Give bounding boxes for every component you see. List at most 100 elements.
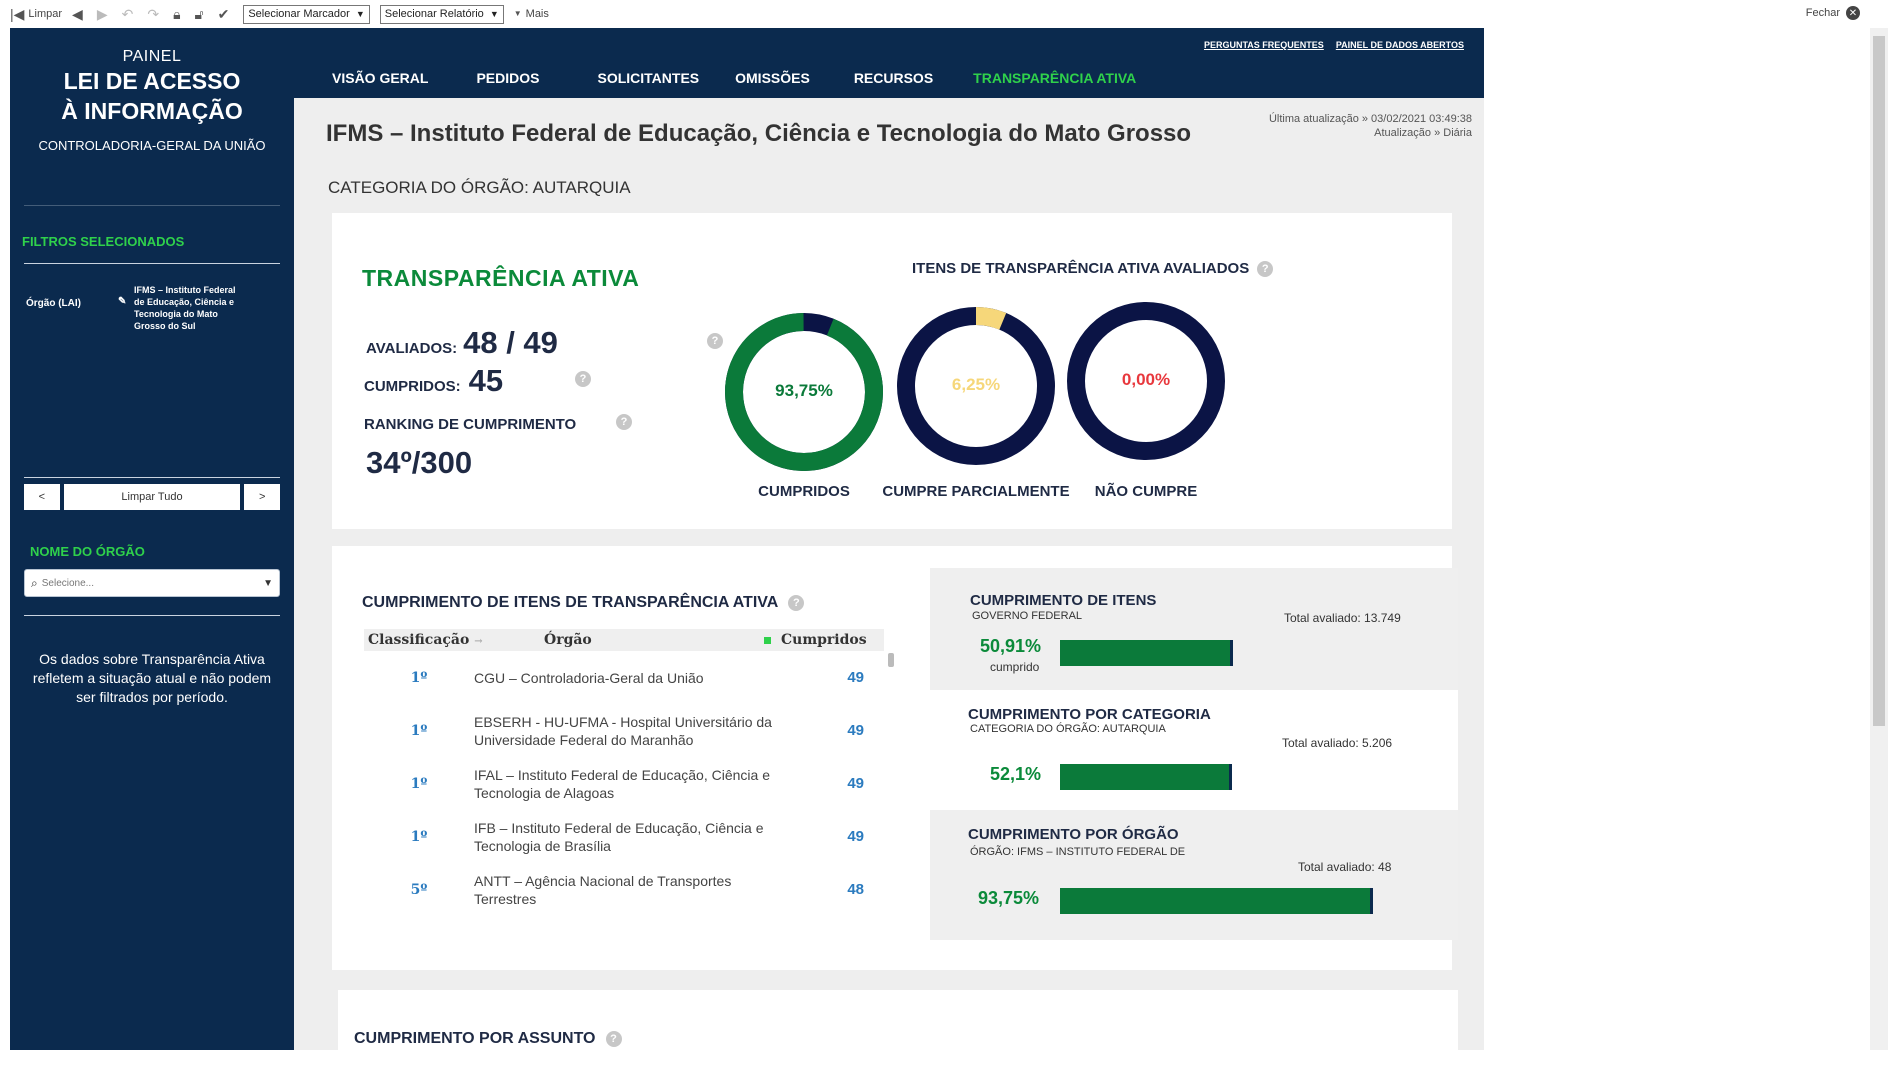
bar-track [1060, 640, 1400, 666]
close-label: Fechar [1805, 7, 1840, 19]
org-search-placeholder: Selecione... [41, 577, 94, 589]
ranking-label: RANKING DE CUMPRIMENTO [364, 416, 577, 433]
unlock-icon[interactable]: 🔓︎ [195, 7, 204, 21]
tab-visao-geral[interactable]: VISÃO GERAL [314, 68, 446, 98]
bar-title: CUMPRIMENTO POR CATEGORIA [968, 706, 1211, 723]
pencil-icon[interactable]: ✎ [118, 296, 126, 308]
more-button[interactable]: ▼ Mais [514, 8, 549, 20]
filters-heading: FILTROS SELECIONADOS [22, 234, 185, 249]
org-search-input[interactable]: ⌕ Selecione... ▼ [24, 569, 280, 597]
update-info: Última atualização » 03/02/2021 03:49:38… [1269, 112, 1472, 140]
filter-key: Órgão (LAI) [26, 298, 81, 309]
col-cumpridos-label: Cumpridos [781, 632, 867, 648]
table-row[interactable]: 5º ANTT – Agência Nacional de Transporte… [364, 863, 884, 916]
row-org: IFAL – Instituto Federal de Educação, Ci… [474, 766, 770, 801]
table-row[interactable]: 1º EBSERH - HU-UFMA - Hospital Universit… [364, 704, 884, 757]
help-icon[interactable]: ? [575, 371, 591, 387]
row-value: 49 [847, 828, 864, 845]
close-icon: ✕ [1846, 6, 1860, 20]
bookmark-select[interactable]: Selecionar Marcador ▼ [243, 4, 370, 24]
col-classificacao[interactable]: Classificação → [364, 632, 544, 648]
bar-percent: 93,75% [978, 888, 1040, 908]
ranking-rows: 1º CGU – Controladoria-Geral da União 49… [364, 651, 884, 916]
bar-total: Total avaliado: 13.749 [1284, 611, 1401, 625]
lock-icon[interactable]: 🔒︎ [173, 7, 180, 21]
brand-line2: LEI DE ACESSO [63, 68, 241, 94]
bookmark-select-value: Selecionar Marcador [248, 8, 350, 20]
help-icon[interactable]: ? [1257, 260, 1274, 277]
next-button[interactable]: > [244, 484, 281, 510]
bar-fill [1060, 764, 1232, 790]
help-icon[interactable]: ? [616, 414, 632, 430]
redo-icon[interactable]: ↷ [147, 7, 159, 21]
row-value: 49 [847, 775, 864, 792]
divider [24, 263, 280, 264]
subject-title-text: CUMPRIMENTO POR ASSUNTO [354, 1030, 596, 1047]
tab-pedidos[interactable]: PEDIDOS [446, 68, 557, 98]
sidebar: PAINEL LEI DE ACESSO À INFORMAÇÃO CONTRO… [10, 28, 294, 1050]
sidebar-note: Os dados sobre Transparência Ativa refle… [32, 651, 272, 705]
title-bar: IFMS – Instituto Federal de Educação, Ci… [294, 98, 1484, 168]
check-icon[interactable]: ✔ [218, 7, 230, 21]
row-org: ANTT – Agência Nacional de Transportes T… [474, 872, 732, 907]
help-icon[interactable]: ? [605, 1031, 622, 1047]
chevron-down-icon: ▼ [489, 9, 499, 19]
org-heading: NOME DO ÓRGÃO [30, 544, 145, 559]
bar-fill [1060, 888, 1373, 914]
table-row[interactable]: 1º IFAL – Instituto Federal de Educação,… [364, 757, 884, 810]
clear-label: Limpar [28, 8, 63, 20]
clear-button[interactable]: |◀ Limpar [10, 7, 62, 21]
chevron-down-icon: ▼ [263, 577, 273, 589]
tab-recursos[interactable]: RECURSOS [828, 68, 951, 98]
bar-subtitle: GOVERNO FEDERAL [972, 610, 1083, 622]
brand-line4: CONTROLADORIA-GERAL DA UNIÃO [38, 138, 266, 153]
tab-solicitantes[interactable]: SOLICITANTES [557, 68, 717, 98]
tab-transparencia-ativa[interactable]: TRANSPARÊNCIA ATIVA [951, 68, 1154, 98]
filter-value-text: IFMS – Instituto Federal de Educação, Ci… [134, 285, 236, 331]
table-row[interactable]: 1º IFB – Instituto Federal de Educação, … [364, 810, 884, 863]
page-scrollbar[interactable] [1870, 28, 1888, 1050]
col-orgao-label: Órgão [544, 632, 592, 648]
row-org: CGU – Controladoria-Geral da União [474, 669, 704, 686]
evaluated-stat: AVALIADOS: 48 / 49 [366, 325, 558, 361]
forward-icon[interactable]: ▶ [97, 7, 108, 21]
bar-panel-org: CUMPRIMENTO POR ÓRGÃO ÓRGÃO: IFMS – INST… [930, 810, 1458, 940]
bar-note: cumprido [990, 660, 1040, 674]
brand-line3: À INFORMAÇÃO [61, 98, 243, 124]
fulfilled-stat: CUMPRIDOS: 45 [364, 363, 503, 399]
back-icon[interactable]: ◀ [72, 7, 83, 21]
donut-label: NÃO CUMPRE [1094, 483, 1198, 500]
prev-button[interactable]: < [24, 484, 60, 510]
subject-title: CUMPRIMENTO POR ASSUNTO ? [354, 1030, 622, 1048]
donut-title-text: ITENS DE TRANSPARÊNCIA ATIVA AVALIADOS [912, 260, 1250, 277]
selected-filter[interactable]: Órgão (LAI) ✎ IFMS – Instituto Federal d… [10, 284, 294, 332]
nav-links: PERGUNTAS FREQUENTES PAINEL DE DADOS ABE… [1204, 40, 1464, 50]
table-row[interactable]: 1º CGU – Controladoria-Geral da União 49 [364, 651, 884, 704]
qlik-toolbar: |◀ Limpar ◀ ▶ ↶ ↷ 🔒︎ 🔓︎ ✔ Selecionar Mar… [0, 0, 1888, 28]
row-position: 1º [410, 775, 428, 792]
bar-title: CUMPRIMENTO DE ITENS [970, 592, 1157, 609]
bar-subtitle: ÓRGÃO: IFMS – INSTITUTO FEDERAL DE [970, 846, 1186, 858]
undo-icon[interactable]: ↶ [122, 7, 134, 21]
bar-subtitle: CATEGORIA DO ÓRGÃO: AUTARQUIA [970, 723, 1166, 735]
table-scrollbar[interactable] [888, 653, 894, 667]
bar-fill [1060, 640, 1233, 666]
fulfilled-value: 45 [468, 363, 504, 398]
bar-panel-category: CUMPRIMENTO POR CATEGORIA CATEGORIA DO Ó… [930, 690, 1458, 810]
col-cumpridos[interactable]: Cumpridos [764, 632, 884, 648]
report-select[interactable]: Selecionar Relatório ▼ [379, 4, 504, 24]
faq-link[interactable]: PERGUNTAS FREQUENTES [1204, 40, 1324, 50]
open-data-link[interactable]: PAINEL DE DADOS ABERTOS [1336, 40, 1464, 50]
tab-omissoes[interactable]: OMISSÕES [717, 68, 828, 98]
filter-value: ✎ IFMS – Instituto Federal de Educação, … [118, 284, 246, 332]
clear-all-button[interactable]: Limpar Tudo [63, 484, 241, 510]
skip-back-icon: |◀ [10, 6, 25, 22]
col-orgao[interactable]: Órgão [544, 632, 764, 648]
scrollbar-thumb[interactable] [1873, 36, 1885, 726]
update-frequency: Atualização » Diária [1374, 127, 1472, 139]
ranking-card: CUMPRIMENTO DE ITENS DE TRANSPARÊNCIA AT… [332, 546, 1458, 970]
more-label: Mais [525, 8, 549, 20]
help-icon[interactable]: ? [788, 595, 805, 611]
sort-arrow-icon: → [474, 636, 483, 647]
close-button[interactable]: Fechar ✕ [1806, 6, 1860, 20]
